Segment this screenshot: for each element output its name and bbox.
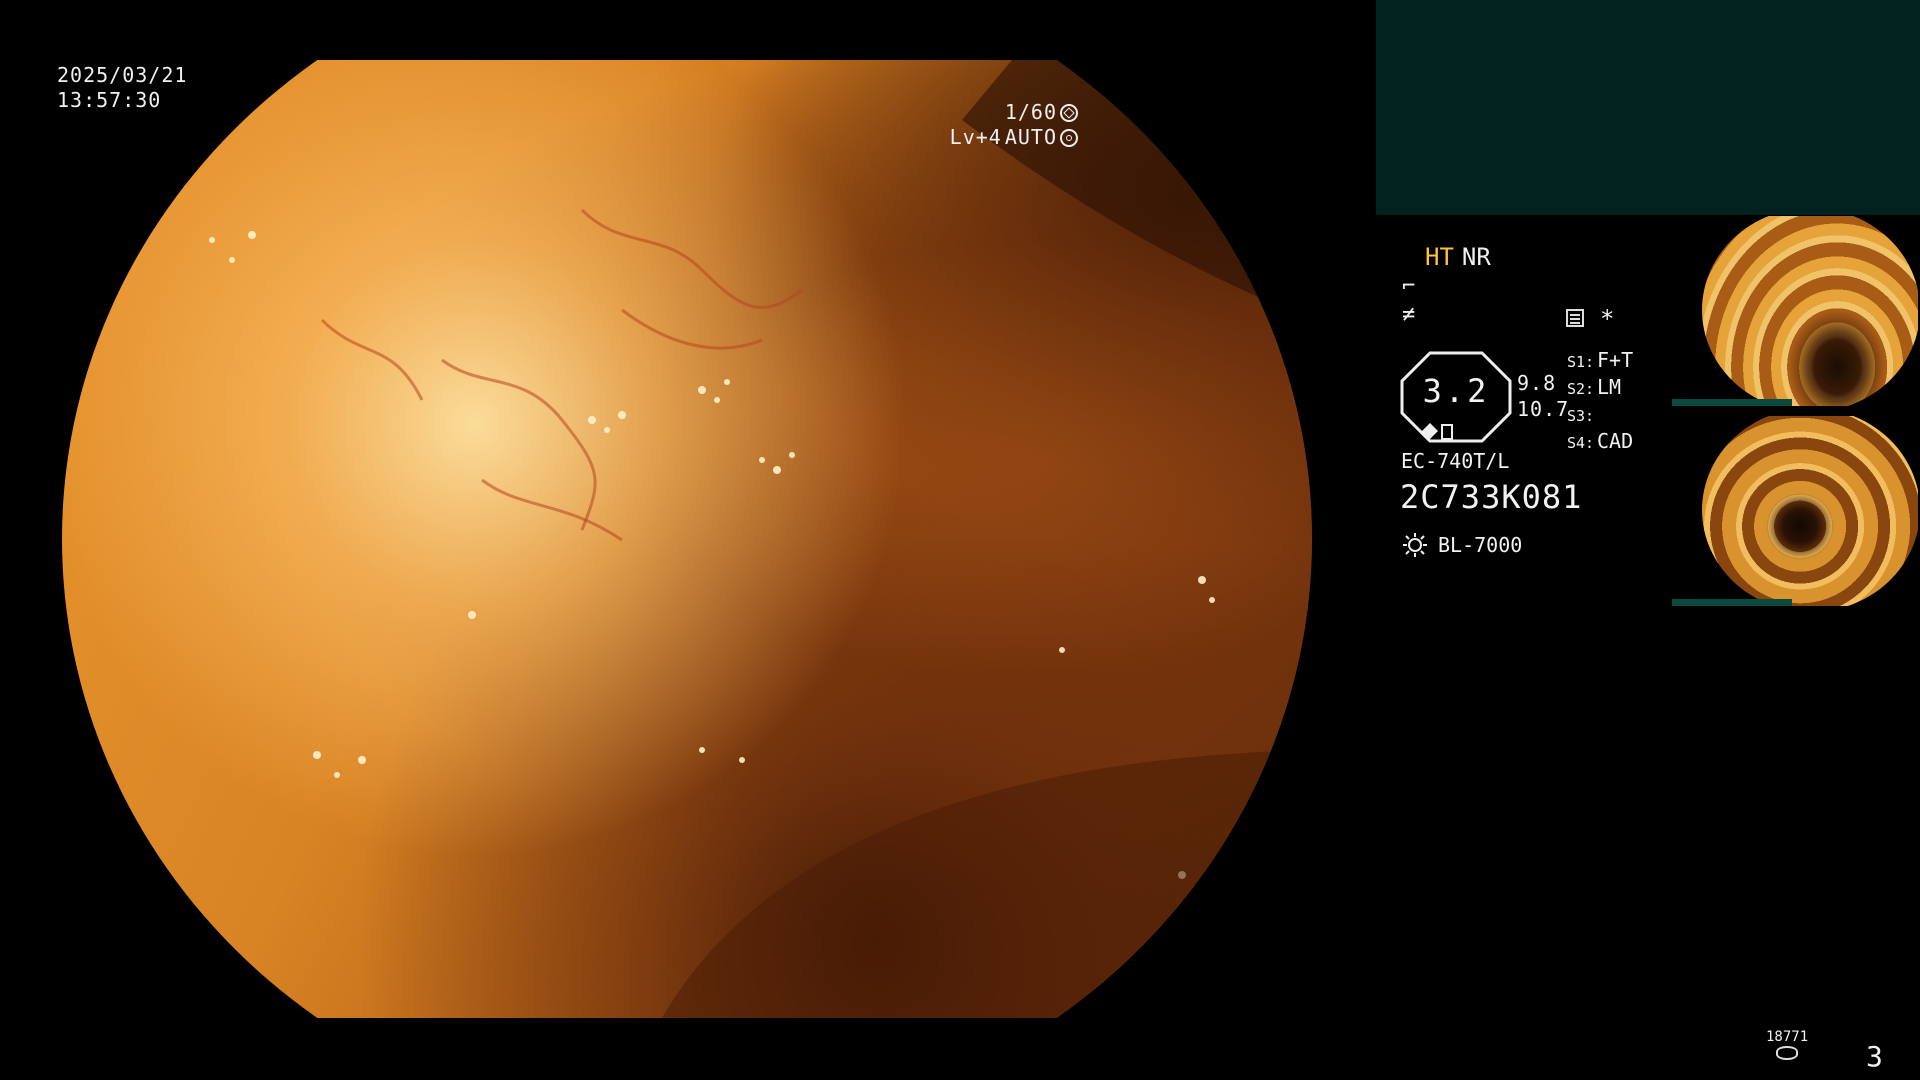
zoom-side-values: 9.8 10.7 <box>1517 370 1569 422</box>
zoom-upper-value: 9.8 <box>1517 371 1557 395</box>
edge-enhance-icon: ≠ <box>1402 302 1416 327</box>
exposure-mode-text: AUTO <box>1004 125 1057 149</box>
scope-model: EC-740T/L <box>1401 449 1510 473</box>
zoom-value: 3.2 <box>1422 372 1490 410</box>
switch-value: CAD <box>1597 429 1634 453</box>
switch-value: F+T <box>1597 348 1634 372</box>
iris-icon <box>1060 128 1078 147</box>
ht-mode-label: HT <box>1425 243 1454 271</box>
keyboard-icon <box>1566 309 1584 327</box>
storage-count-text: 18771 <box>1766 1029 1809 1045</box>
thumbnail-image <box>1702 216 1918 406</box>
scope-serial: 2C733K081 <box>1400 478 1583 516</box>
image-modes: HT NR <box>1425 243 1491 271</box>
thumbnail-indicator-bar <box>1672 399 1792 406</box>
shutter-icon <box>1060 103 1078 122</box>
level-row: Lv+4 AUTO <box>950 125 1078 150</box>
switch-key: S1: <box>1567 353 1595 371</box>
switch-row: S4: CAD <box>1567 429 1633 456</box>
switch-value: LM <box>1597 375 1622 399</box>
switch-row: S3: <box>1567 402 1633 429</box>
date-text: 2025/03/21 <box>57 63 188 87</box>
switch-row: S1: F+T <box>1567 348 1633 375</box>
shutter-speed-text: 1/60 <box>1004 100 1057 124</box>
nr-mode-label: NR <box>1461 243 1491 271</box>
storage-icon <box>1776 1046 1799 1060</box>
page-number: 3 <box>1866 1040 1883 1073</box>
mucosa-texture <box>209 60 1312 1018</box>
info-panel-header <box>1376 0 1920 215</box>
zoom-lower-value: 10.7 <box>1517 397 1570 421</box>
switch-row: S2: LM <box>1567 375 1633 402</box>
storage-counter: 18771 <box>1766 1030 1808 1060</box>
switch-key: S3: <box>1567 407 1595 425</box>
switch-key: S2: <box>1567 380 1595 398</box>
endoscope-live-view <box>62 60 1312 1018</box>
thumbnail-indicator-bar <box>1672 599 1792 606</box>
time-text: 13:57:30 <box>57 88 162 112</box>
date-time-display: 2025/03/21 13:57:30 <box>57 63 187 113</box>
thumbnail-image <box>1702 416 1918 606</box>
switch-key: S4: <box>1567 434 1595 452</box>
captured-image-thumbnail[interactable] <box>1672 216 1918 406</box>
light-source-icon <box>1403 533 1427 557</box>
light-source-model: BL-7000 <box>1438 533 1523 557</box>
captured-image-thumbnail[interactable] <box>1672 416 1918 606</box>
exposure-info: 1/60 Lv+4 AUTO <box>950 100 1078 150</box>
shutter-row: 1/60 <box>950 100 1078 125</box>
switch-assignments: S1: F+T S2: LM S3: S4: CAD <box>1567 348 1633 456</box>
light-source-row: BL-7000 <box>1402 532 1522 558</box>
asterisk-icon: * <box>1600 305 1615 333</box>
level-text: Lv+4 <box>949 125 1002 149</box>
structure-enhance-icon: ⌐ <box>1402 274 1416 299</box>
